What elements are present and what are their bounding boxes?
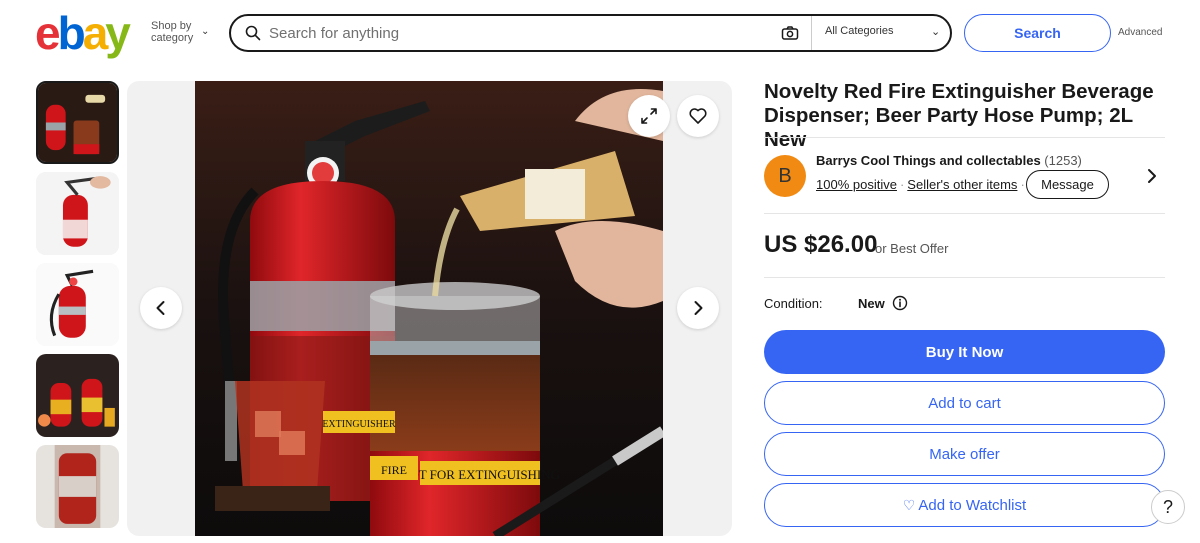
- shop-by-label: Shop by: [151, 20, 192, 32]
- watchlist-heart-button[interactable]: [677, 95, 719, 137]
- extinguisher-closeup-thumb-icon: [36, 445, 119, 528]
- product-title: Novelty Red Fire Extinguisher Beverage D…: [764, 80, 1154, 151]
- seller-links: 100% positive · Seller's other items ·: [816, 177, 1028, 192]
- expand-image-button[interactable]: [628, 95, 670, 137]
- chevron-right-icon[interactable]: [1145, 166, 1159, 186]
- seller-avatar[interactable]: B: [764, 155, 806, 197]
- svg-text:FIRE: FIRE: [381, 463, 407, 477]
- main-product-image[interactable]: NOT FOR EXTINGUISHING FIRE EXTINGUISHER: [127, 81, 732, 536]
- seller-feedback-count: (1253): [1044, 153, 1082, 168]
- svg-text:NOT FOR EXTINGUISHING: NOT FOR EXTINGUISHING: [400, 467, 560, 482]
- thumbnail-5[interactable]: [36, 445, 119, 528]
- chevron-down-icon: ⌄: [931, 26, 941, 38]
- separator-dot: ·: [1020, 177, 1025, 192]
- buy-it-now-button[interactable]: Buy It Now: [764, 330, 1165, 374]
- divider: [764, 137, 1165, 138]
- chevron-right-icon: [694, 301, 703, 315]
- heart-icon: ♡: [902, 496, 916, 513]
- category-select[interactable]: All Categories: [825, 25, 893, 37]
- next-image-button[interactable]: [677, 287, 719, 329]
- seller-name[interactable]: Barrys Cool Things and collectables (125…: [816, 153, 1082, 168]
- divider: [764, 213, 1165, 214]
- previous-image-button[interactable]: [140, 287, 182, 329]
- svg-text:EXTINGUISHER: EXTINGUISHER: [322, 419, 396, 430]
- product-white-thumb-icon: [36, 263, 119, 346]
- info-icon[interactable]: [892, 295, 908, 311]
- separator-dot: ·: [899, 177, 905, 192]
- condition-value: New: [858, 296, 885, 311]
- advanced-search-link[interactable]: Advanced: [1118, 27, 1162, 38]
- divider: [764, 277, 1165, 278]
- shop-by-category-button[interactable]: Shop by category ⌄: [151, 20, 209, 44]
- chevron-left-icon: [156, 301, 165, 315]
- watchlist-label: Add to Watchlist: [918, 496, 1027, 514]
- add-to-cart-button[interactable]: Add to cart: [764, 381, 1165, 425]
- product-photo: NOT FOR EXTINGUISHING FIRE EXTINGUISHER: [195, 81, 663, 536]
- search-input[interactable]: [269, 22, 769, 44]
- category-divider: [811, 16, 812, 50]
- make-offer-button[interactable]: Make offer: [764, 432, 1165, 476]
- search-bar: All Categories ⌄: [229, 14, 952, 52]
- seller-positive-link[interactable]: 100% positive: [816, 177, 897, 192]
- ebay-logo[interactable]: ebay: [35, 10, 131, 56]
- message-seller-button[interactable]: Message: [1026, 170, 1109, 199]
- hand-pump-thumb-icon: [36, 172, 119, 255]
- thumbnail-4[interactable]: [36, 354, 119, 437]
- thumbnail-1[interactable]: [36, 81, 119, 164]
- search-button[interactable]: Search: [964, 14, 1111, 52]
- two-dispensers-thumb-icon: [36, 354, 119, 437]
- condition-label: Condition:: [764, 296, 823, 311]
- extinguisher-dispenser-thumb-icon: [38, 83, 117, 162]
- search-icon: [245, 25, 261, 41]
- thumbnail-2[interactable]: [36, 172, 119, 255]
- seller-other-items-link[interactable]: Seller's other items: [907, 177, 1017, 192]
- seller-name-text: Barrys Cool Things and collectables: [816, 153, 1041, 168]
- camera-icon[interactable]: [781, 25, 799, 41]
- add-to-watchlist-button[interactable]: ♡ Add to Watchlist: [764, 483, 1165, 527]
- heart-icon: [689, 108, 707, 124]
- best-offer-label: or Best Offer: [875, 241, 949, 256]
- price: US $26.00: [764, 231, 878, 258]
- chevron-down-icon: ⌄: [201, 26, 210, 37]
- help-button[interactable]: ?: [1151, 490, 1185, 524]
- thumbnail-3[interactable]: [36, 263, 119, 346]
- category-label: category: [151, 32, 194, 44]
- expand-icon: [641, 108, 657, 124]
